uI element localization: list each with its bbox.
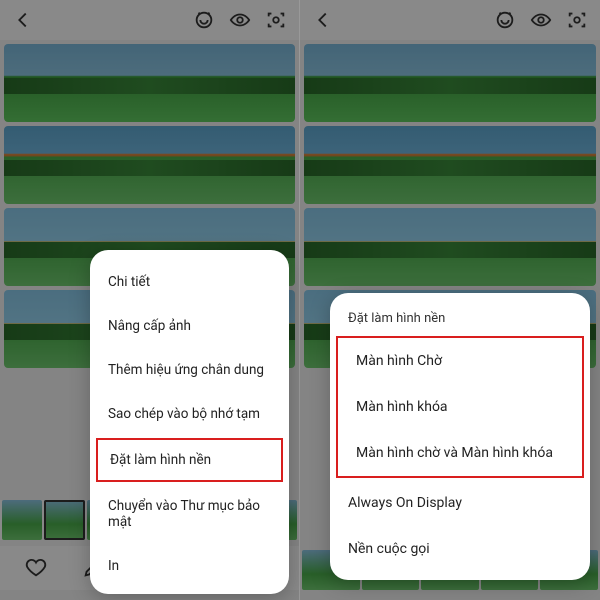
back-icon[interactable] — [12, 9, 34, 31]
thumb[interactable] — [2, 500, 42, 540]
bixby-vision-icon[interactable] — [566, 9, 588, 31]
bixby-vision-icon[interactable] — [265, 9, 287, 31]
photo-thumbnail[interactable] — [4, 44, 295, 122]
highlighted-options: Màn hình Chờ Màn hình khóa Màn hình chờ … — [336, 336, 584, 478]
remaster-icon[interactable] — [494, 9, 516, 31]
menu-item-print[interactable]: In — [90, 544, 289, 588]
menu-item-details[interactable]: Chi tiết — [90, 260, 289, 304]
context-menu: Chi tiết Nâng cấp ảnh Thêm hiệu ứng chân… — [90, 250, 289, 594]
wallpaper-sheet: Đặt làm hình nền Màn hình Chờ Màn hình k… — [330, 293, 590, 580]
favorite-icon[interactable] — [25, 557, 47, 579]
back-icon[interactable] — [312, 9, 334, 31]
menu-item-enhance[interactable]: Nâng cấp ảnh — [90, 304, 289, 348]
photo-thumbnail[interactable] — [304, 44, 596, 122]
eye-icon[interactable] — [530, 9, 552, 31]
screenshot-pair: Chi tiết Nâng cấp ảnh Thêm hiệu ứng chân… — [0, 0, 600, 600]
menu-item-set-wallpaper[interactable]: Đặt làm hình nền — [96, 438, 283, 482]
phone-left: Chi tiết Nâng cấp ảnh Thêm hiệu ứng chân… — [0, 0, 300, 600]
option-home-and-lock[interactable]: Màn hình chờ và Màn hình khóa — [338, 430, 582, 476]
menu-item-portrait[interactable]: Thêm hiệu ứng chân dung — [90, 348, 289, 392]
topbar — [300, 0, 600, 40]
option-lock-screen[interactable]: Màn hình khóa — [338, 384, 582, 430]
thumb[interactable] — [44, 500, 84, 540]
photo-thumbnail[interactable] — [304, 208, 596, 286]
menu-item-copy[interactable]: Sao chép vào bộ nhớ tạm — [90, 392, 289, 436]
topbar — [0, 0, 299, 40]
sheet-title: Đặt làm hình nền — [330, 299, 590, 334]
phone-right: Đặt làm hình nền Màn hình Chờ Màn hình k… — [300, 0, 600, 600]
photo-thumbnail[interactable] — [304, 126, 596, 204]
photo-thumbnail[interactable] — [4, 126, 295, 204]
menu-item-secure-folder[interactable]: Chuyển vào Thư mục bảo mật — [90, 484, 289, 544]
eye-icon[interactable] — [229, 9, 251, 31]
remaster-icon[interactable] — [193, 9, 215, 31]
option-always-on-display[interactable]: Always On Display — [330, 480, 590, 526]
option-home-screen[interactable]: Màn hình Chờ — [338, 338, 582, 384]
option-call-background[interactable]: Nền cuộc gọi — [330, 526, 590, 572]
